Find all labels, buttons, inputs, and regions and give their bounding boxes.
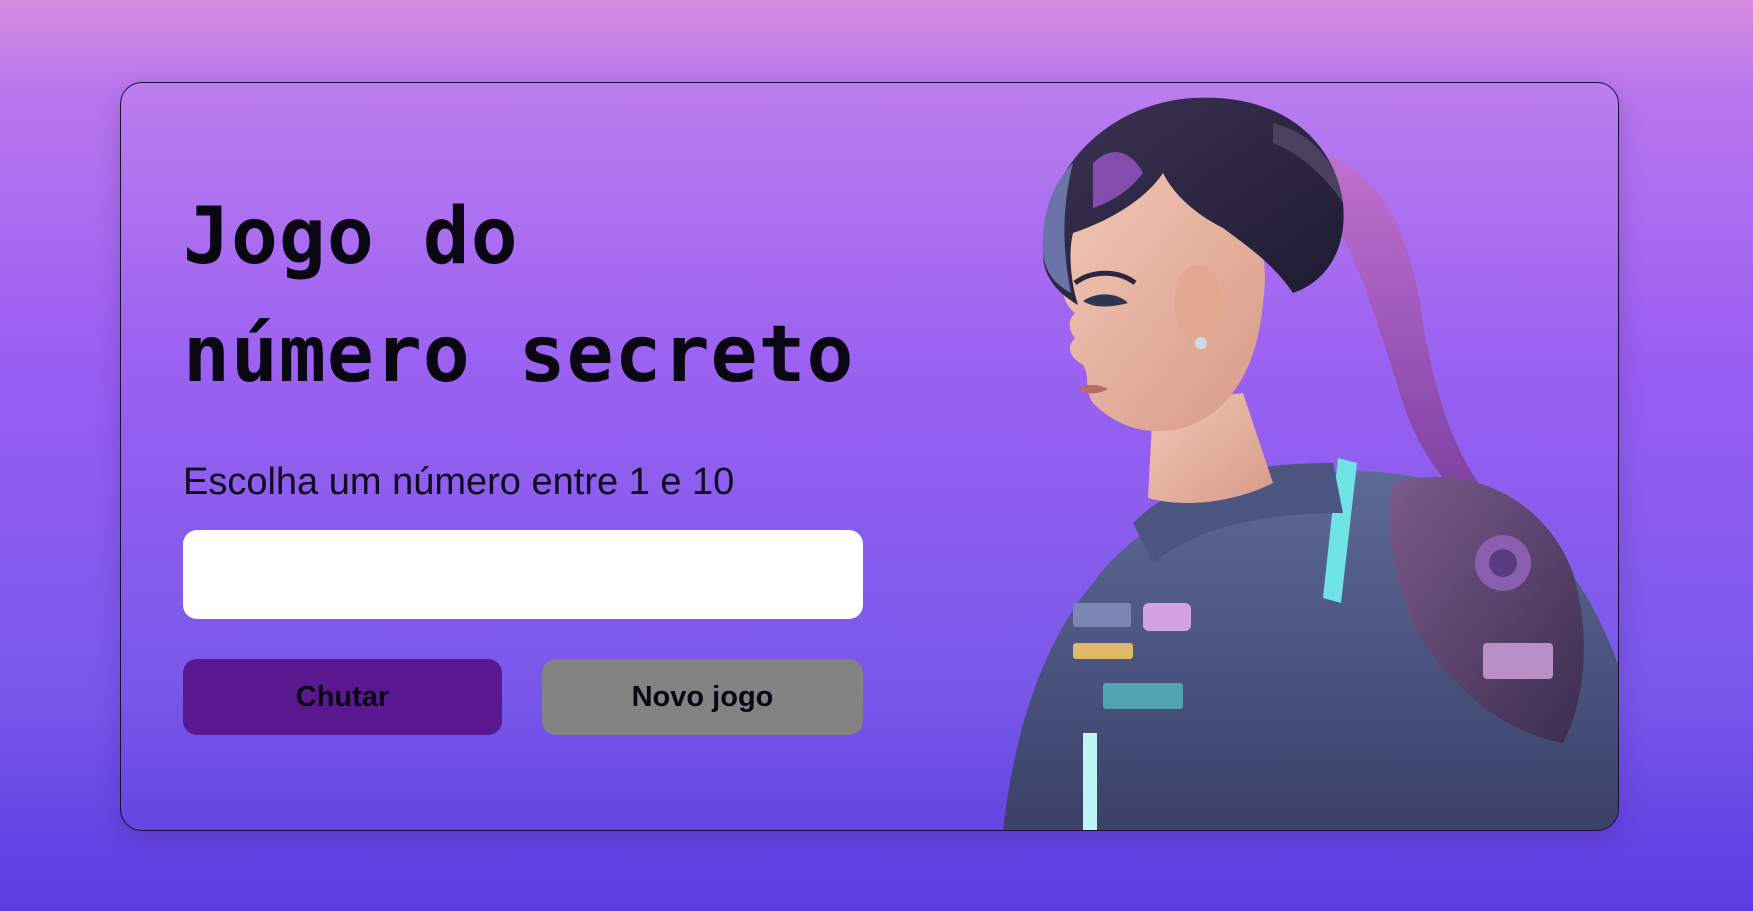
- title-line-2: número secreto: [183, 310, 855, 400]
- astronaut-girl-illustration: [1003, 97, 1618, 830]
- guess-button[interactable]: Chutar: [183, 659, 502, 735]
- title-line-1: Jogo do: [183, 192, 519, 282]
- game-card: Jogo do número secreto Escolha um número…: [120, 82, 1619, 831]
- new-game-button[interactable]: Novo jogo: [542, 659, 863, 735]
- page-title: Jogo do número secreto: [183, 178, 854, 414]
- instruction-text: Escolha um número entre 1 e 10: [183, 461, 735, 503]
- guess-input[interactable]: [183, 530, 863, 619]
